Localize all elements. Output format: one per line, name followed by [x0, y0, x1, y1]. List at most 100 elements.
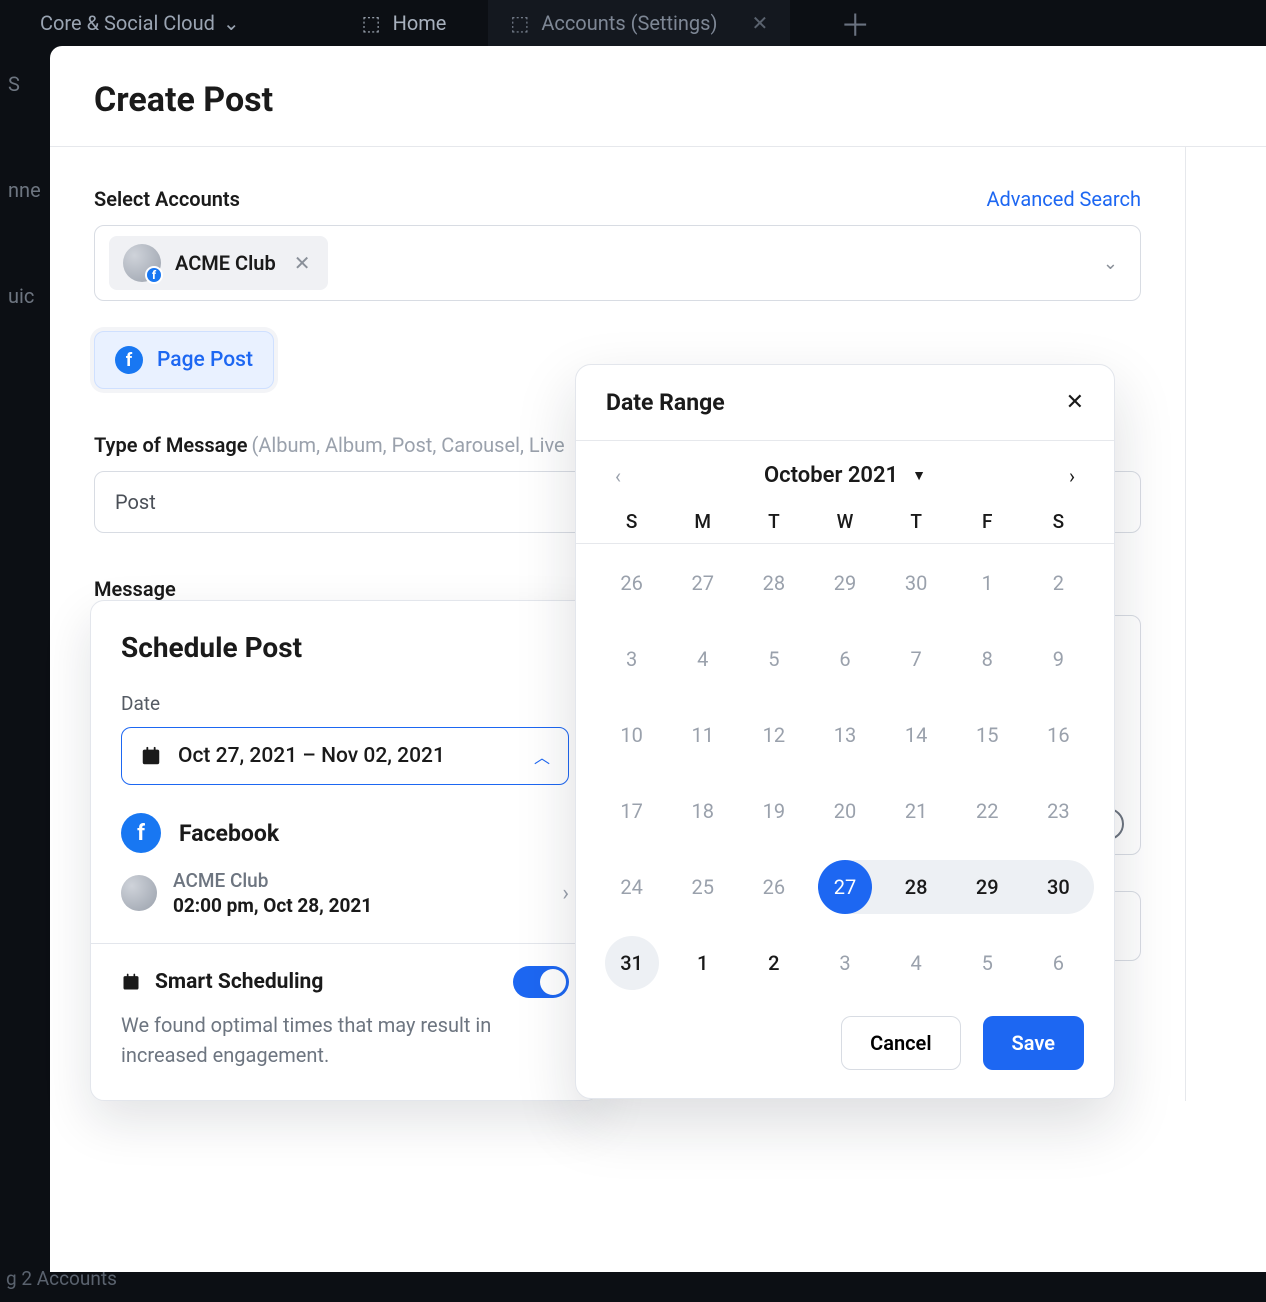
accounts-select[interactable]: f ACME Club ✕ ⌄: [94, 225, 1141, 301]
prev-month-button[interactable]: ‹: [606, 464, 630, 488]
calendar-day[interactable]: 5: [952, 936, 1023, 990]
weekday-label: W: [809, 510, 880, 533]
calendar-day[interactable]: 4: [881, 936, 952, 990]
date-label: Date: [121, 692, 569, 715]
close-icon[interactable]: ✕: [751, 11, 768, 35]
add-tab-button[interactable]: ＋: [840, 1, 870, 45]
calendar-day[interactable]: 30: [1023, 860, 1094, 914]
smart-scheduling-desc: We found optimal times that may result i…: [121, 1010, 569, 1070]
weekday-label: S: [596, 510, 667, 533]
schedule-post-title: Schedule Post: [121, 631, 569, 664]
calendar-day[interactable]: 19: [738, 784, 809, 838]
calendar-day[interactable]: 15: [952, 708, 1023, 762]
left-rail: S nne uic: [0, 60, 50, 320]
calendar-day[interactable]: 13: [809, 708, 880, 762]
avatar: [121, 875, 157, 911]
calendar-day[interactable]: 2: [738, 936, 809, 990]
date-range-value: Oct 27, 2021 – Nov 02, 2021: [178, 744, 518, 768]
calendar-day[interactable]: 3: [809, 936, 880, 990]
calendar-day[interactable]: 18: [667, 784, 738, 838]
calendar-day[interactable]: 3: [596, 632, 667, 686]
save-button[interactable]: Save: [983, 1016, 1084, 1070]
schedule-post-panel: Schedule Post Date Oct 27, 2021 – Nov 02…: [90, 600, 600, 1101]
schedule-account-time: 02:00 pm, Oct 28, 2021: [173, 894, 372, 917]
calendar-day[interactable]: 17: [596, 784, 667, 838]
page-post-label: Page Post: [157, 348, 253, 372]
caret-down-icon: ▼: [912, 467, 926, 484]
calendar-day[interactable]: 21: [881, 784, 952, 838]
calendar-icon: [140, 745, 162, 767]
calendar-day[interactable]: 4: [667, 632, 738, 686]
schedule-account-name: ACME Club: [173, 869, 372, 892]
smart-scheduling-toggle[interactable]: [513, 966, 569, 998]
weekday-label: T: [881, 510, 952, 533]
calendar-day[interactable]: 29: [809, 556, 880, 610]
modal-title: Create Post: [94, 80, 1222, 120]
accounts-icon: ⬚: [510, 11, 529, 35]
calendar-day[interactable]: 16: [1023, 708, 1094, 762]
calendar-day[interactable]: 30: [881, 556, 952, 610]
calendar-day[interactable]: 28: [738, 556, 809, 610]
facebook-icon: f: [121, 813, 161, 853]
type-value: Post: [115, 490, 156, 514]
calendar-day[interactable]: 12: [738, 708, 809, 762]
weekday-label: T: [738, 510, 809, 533]
type-of-message-label: Type of Message: [94, 433, 248, 457]
network-name: Facebook: [179, 820, 279, 847]
calendar-day[interactable]: 5: [738, 632, 809, 686]
calendar-day[interactable]: 11: [667, 708, 738, 762]
date-range-field[interactable]: Oct 27, 2021 – Nov 02, 2021 ︿: [121, 727, 569, 785]
schedule-account-row[interactable]: ACME Club 02:00 pm, Oct 28, 2021 ›: [121, 869, 569, 943]
home-icon: ⬚: [362, 11, 381, 35]
calendar-day[interactable]: 2: [1023, 556, 1094, 610]
app-topbar: Core & Social Cloud⌄ ⬚Home ⬚Accounts (Se…: [0, 0, 1266, 46]
chevron-right-icon: ›: [562, 881, 569, 906]
calendar-day[interactable]: 22: [952, 784, 1023, 838]
facebook-badge-icon: f: [145, 266, 163, 284]
chevron-up-icon: ︿: [534, 744, 550, 768]
calendar-day[interactable]: 27: [667, 556, 738, 610]
weekday-label: M: [667, 510, 738, 533]
date-range-calendar: Date Range ✕ ‹ October 2021 ▼ › SMTWTFS …: [575, 364, 1115, 1099]
facebook-icon: f: [115, 346, 143, 374]
calendar-day[interactable]: 1: [667, 936, 738, 990]
account-chip: f ACME Club ✕: [109, 236, 328, 290]
calendar-day[interactable]: 23: [1023, 784, 1094, 838]
calendar-day[interactable]: 31: [605, 936, 659, 990]
calendar-day[interactable]: 7: [881, 632, 952, 686]
calendar-day[interactable]: 26: [596, 556, 667, 610]
type-hint: (Album, Album, Post, Carousel, Live: [252, 433, 565, 457]
calendar-day[interactable]: 6: [809, 632, 880, 686]
calendar-day[interactable]: 14: [881, 708, 952, 762]
network-row: f Facebook: [121, 813, 569, 853]
page-post-button[interactable]: f Page Post: [94, 331, 274, 389]
advanced-search-link[interactable]: Advanced Search: [986, 187, 1141, 211]
calendar-day[interactable]: 8: [952, 632, 1023, 686]
tab-home[interactable]: ⬚Home: [340, 0, 469, 46]
calendar-day[interactable]: 1: [952, 556, 1023, 610]
next-month-button[interactable]: ›: [1060, 464, 1084, 488]
smart-scheduling-title: Smart Scheduling: [155, 970, 499, 994]
calendar-day[interactable]: 10: [596, 708, 667, 762]
avatar: f: [123, 244, 161, 282]
cancel-button[interactable]: Cancel: [841, 1016, 960, 1070]
calendar-day[interactable]: 25: [667, 860, 738, 914]
close-icon[interactable]: ✕: [1066, 390, 1084, 415]
calendar-day[interactable]: 28: [881, 860, 952, 914]
calendar-day[interactable]: 29: [952, 860, 1023, 914]
calendar-day[interactable]: 9: [1023, 632, 1094, 686]
workspace-switcher[interactable]: Core & Social Cloud⌄: [40, 11, 240, 35]
chevron-down-icon[interactable]: ⌄: [1095, 253, 1126, 274]
weekday-label: F: [952, 510, 1023, 533]
calendar-title: Date Range: [606, 389, 725, 416]
select-accounts-label: Select Accounts: [94, 187, 240, 211]
weekday-header: SMTWTFS: [576, 496, 1114, 544]
calendar-day[interactable]: 26: [738, 860, 809, 914]
calendar-day[interactable]: 27: [809, 860, 880, 914]
calendar-day[interactable]: 20: [809, 784, 880, 838]
remove-account-icon[interactable]: ✕: [290, 251, 315, 275]
calendar-day[interactable]: 6: [1023, 936, 1094, 990]
calendar-day[interactable]: 24: [596, 860, 667, 914]
tab-accounts[interactable]: ⬚Accounts (Settings)✕: [488, 0, 790, 46]
month-select[interactable]: October 2021 ▼: [764, 463, 926, 488]
